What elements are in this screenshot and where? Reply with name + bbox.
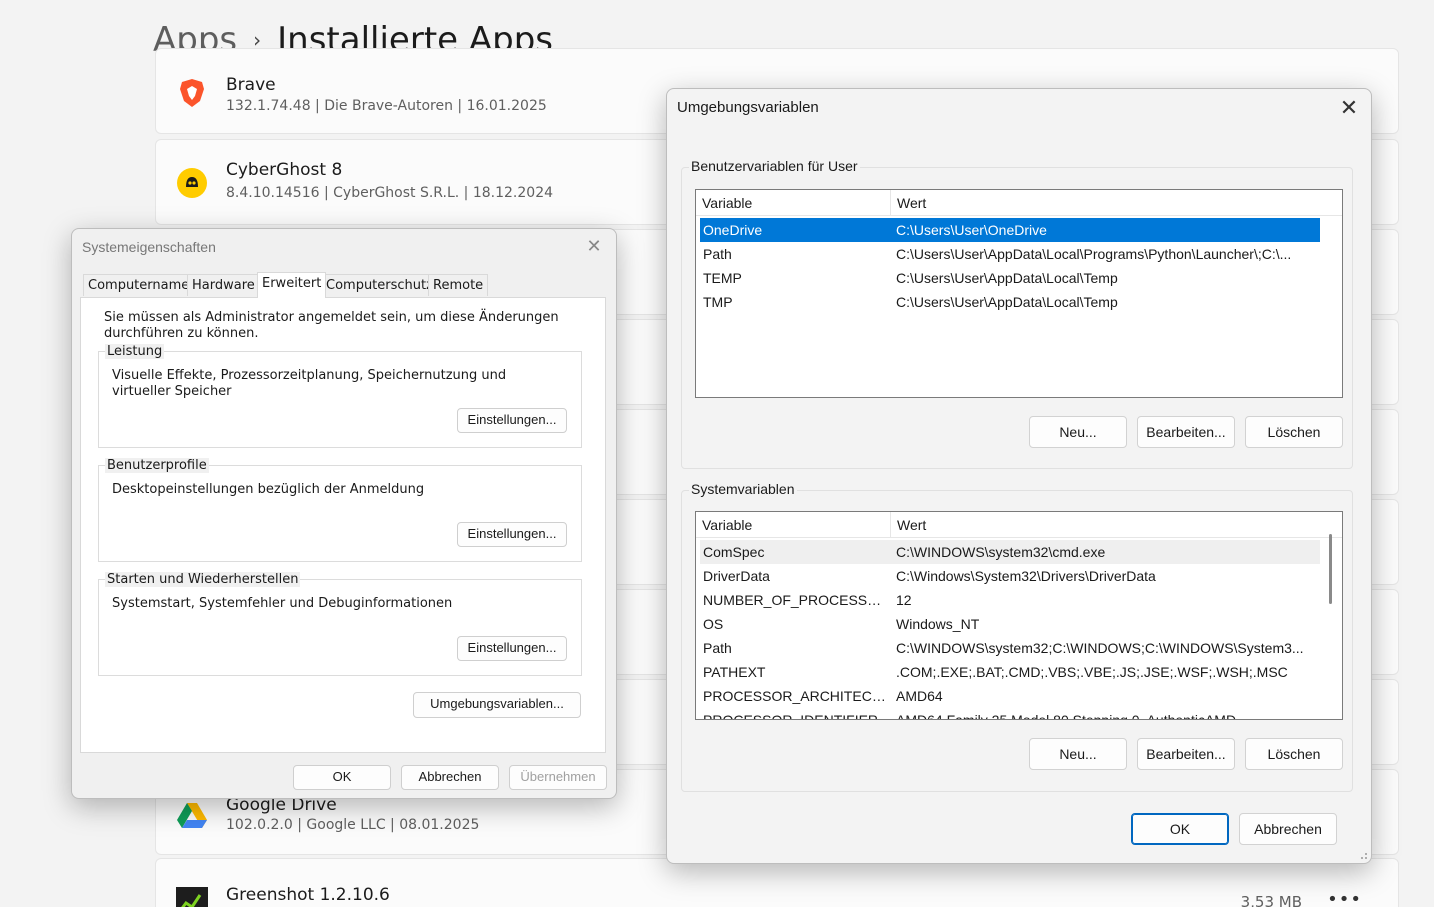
environment-variables-button[interactable]: Umgebungsvariablen... [413,692,581,718]
list-row[interactable]: PROCESSOR_IDENTIFIER AMD64 Family 25 Mod… [700,708,1320,720]
list-row[interactable]: NUMBER_OF_PROCESSORS 12 [700,588,1320,612]
apply-button[interactable]: Übernehmen [509,765,607,790]
user-new-button[interactable]: Neu... [1029,416,1127,448]
variable-name: PROCESSOR_ARCHITECTU... [703,688,889,704]
more-options-icon[interactable]: ••• [1327,889,1362,907]
variable-name: DriverData [703,568,770,584]
tab-remote[interactable]: Remote [428,274,489,296]
dialog-title: Umgebungsvariablen [677,99,819,116]
group-description: Visuelle Effekte, Prozessorzeitplanung, … [112,368,507,399]
group-label: Benutzervariablen für User [689,158,860,174]
system-new-button[interactable]: Neu... [1029,738,1127,770]
list-row[interactable]: OS Windows_NT [700,612,1320,636]
system-delete-button[interactable]: Löschen [1245,738,1343,770]
variable-name: TMP [703,294,733,310]
variable-value: C:\Users\User\OneDrive [896,222,1047,238]
app-item-greenshot[interactable]: Greenshot 1.2.10.6 3,53 MB ••• [155,858,1399,907]
environment-variables-dialog: Umgebungsvariablen ✕ Benutzervariablen f… [666,88,1372,864]
user-delete-button[interactable]: Löschen [1245,416,1343,448]
variable-name: OS [703,616,724,632]
app-name: Greenshot 1.2.10.6 [226,885,390,905]
variable-name: PATHEXT [703,664,766,680]
user-profiles-settings-button[interactable]: Einstellungen... [457,522,567,547]
close-icon[interactable]: ✕ [582,235,606,259]
group-label: Systemvariablen [689,481,797,497]
group-starten-wiederherstellen [98,579,582,676]
variable-value: AMD64 [896,688,943,704]
list-row[interactable]: Path C:\WINDOWS\system32;C:\WINDOWS;C:\W… [700,636,1320,660]
column-header-value[interactable]: Wert [890,190,1320,216]
ok-button[interactable]: OK [293,765,391,790]
google-drive-icon [177,803,207,828]
list-row-selected[interactable]: OneDrive C:\Users\User\OneDrive [700,218,1320,242]
resize-grip-icon[interactable] [1358,850,1368,860]
list-row[interactable]: TEMP C:\Users\User\AppData\Local\Temp [700,266,1320,290]
cancel-button[interactable]: Abbrechen [401,765,499,790]
app-meta: 102.0.2.0 | Google LLC | 08.01.2025 [226,817,480,833]
variable-name: Path [703,640,732,656]
variable-name: NUMBER_OF_PROCESSORS [703,592,889,608]
system-edit-button[interactable]: Bearbeiten... [1137,738,1235,770]
list-row[interactable]: Path C:\Users\User\AppData\Local\Program… [700,242,1320,266]
ok-button[interactable]: OK [1131,813,1229,845]
admin-note: Sie müssen als Administrator angemeldet … [104,310,559,341]
variable-name: OneDrive [703,222,763,238]
group-benutzerprofile [98,465,582,562]
scrollbar-thumb[interactable] [1329,534,1332,604]
variable-name: PROCESSOR_IDENTIFIER [703,712,879,720]
group-label: Starten und Wiederherstellen [105,572,301,587]
variable-value: C:\Windows\System32\Drivers\DriverData [896,568,1156,584]
system-variables-list[interactable]: Variable Wert ComSpec C:\WINDOWS\system3… [695,511,1343,720]
brave-icon [180,79,204,107]
list-row[interactable]: TMP C:\Users\User\AppData\Local\Temp [700,290,1320,314]
greenshot-icon [176,887,208,907]
group-description: Systemstart, Systemfehler und Debuginfor… [112,596,453,611]
app-size: 3,53 MB [1240,893,1302,907]
variable-value: C:\Users\User\AppData\Local\Temp [896,294,1118,310]
dialog-title: Systemeigenschaften [82,239,216,255]
app-name: Brave [226,75,276,95]
close-icon[interactable]: ✕ [1337,95,1361,121]
list-row[interactable]: PATHEXT .COM;.EXE;.BAT;.CMD;.VBS;.VBE;.J… [700,660,1320,684]
variable-value: 12 [896,592,912,608]
group-label: Benutzerprofile [105,458,209,473]
variable-value: AMD64 Family 25 Model 80 Stepping 0, Aut… [896,712,1237,720]
group-label: Leistung [105,344,165,359]
column-header-value[interactable]: Wert [890,512,1320,538]
variable-value: C:\Users\User\AppData\Local\Temp [896,270,1118,286]
tab-computerschutz[interactable]: Computerschutz [321,274,438,296]
variable-value: .COM;.EXE;.BAT;.CMD;.VBS;.VBE;.JS;.JSE;.… [896,664,1288,680]
app-name: CyberGhost 8 [226,160,343,180]
cyberghost-icon [177,168,207,198]
group-description: Desktopeinstellungen bezüglich der Anmel… [112,482,425,497]
variable-value: C:\Users\User\AppData\Local\Programs\Pyt… [896,246,1292,262]
user-variables-list[interactable]: Variable Wert OneDrive C:\Users\User\One… [695,189,1343,398]
variable-name: TEMP [703,270,742,286]
variable-name: Path [703,246,732,262]
app-meta: 132.1.74.48 | Die Brave-Autoren | 16.01.… [226,98,547,114]
tab-erweitert[interactable]: Erweitert [257,272,327,298]
list-row[interactable]: DriverData C:\Windows\System32\Drivers\D… [700,564,1320,588]
variable-value: Windows_NT [896,616,980,632]
tab-hardware[interactable]: Hardware [187,274,260,296]
performance-settings-button[interactable]: Einstellungen... [457,408,567,433]
list-row[interactable]: PROCESSOR_ARCHITECTU... AMD64 [700,684,1320,708]
app-meta: 8.4.10.14516 | CyberGhost S.R.L. | 18.12… [226,185,554,201]
user-edit-button[interactable]: Bearbeiten... [1137,416,1235,448]
tab-computername[interactable]: Computername [83,274,195,296]
column-header-variable[interactable]: Variable [696,190,890,216]
variable-value: C:\WINDOWS\system32\cmd.exe [896,544,1106,560]
cancel-button[interactable]: Abbrechen [1239,813,1337,845]
list-header: Variable Wert [696,190,1342,216]
list-header: Variable Wert [696,512,1342,538]
list-row[interactable]: ComSpec C:\WINDOWS\system32\cmd.exe [700,540,1320,564]
column-header-variable[interactable]: Variable [696,512,890,538]
variable-value: C:\WINDOWS\system32;C:\WINDOWS;C:\WINDOW… [896,640,1304,656]
startup-recovery-settings-button[interactable]: Einstellungen... [457,636,567,661]
variable-name: ComSpec [703,544,765,560]
